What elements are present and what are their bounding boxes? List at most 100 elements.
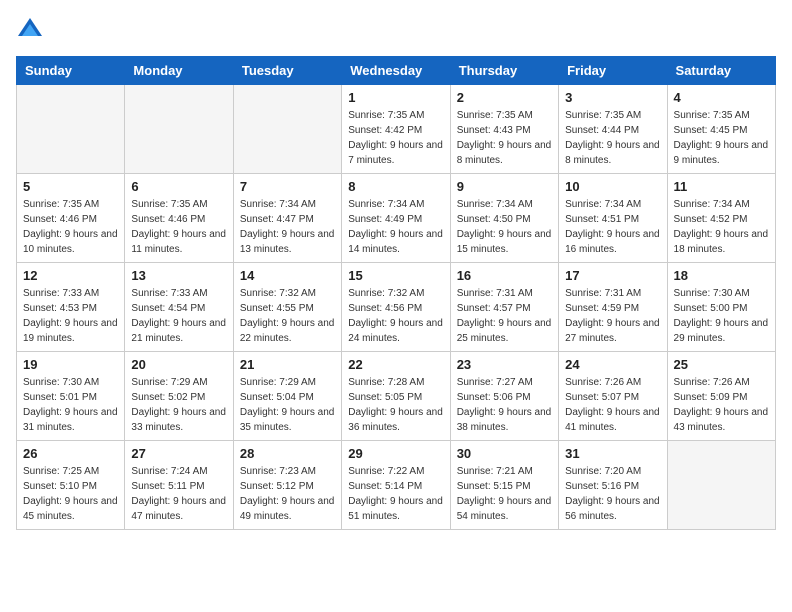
day-info: Sunrise: 7:35 AM Sunset: 4:46 PM Dayligh… xyxy=(131,197,226,257)
day-info: Sunrise: 7:32 AM Sunset: 4:55 PM Dayligh… xyxy=(240,286,335,346)
day-number: 4 xyxy=(674,90,769,105)
day-number: 9 xyxy=(457,179,552,194)
day-number: 21 xyxy=(240,357,335,372)
calendar-cell: 13Sunrise: 7:33 AM Sunset: 4:54 PM Dayli… xyxy=(125,263,233,352)
calendar-cell: 7Sunrise: 7:34 AM Sunset: 4:47 PM Daylig… xyxy=(233,174,341,263)
day-info: Sunrise: 7:30 AM Sunset: 5:00 PM Dayligh… xyxy=(674,286,769,346)
calendar-cell: 4 Sunrise: 7:35 AM Sunset: 4:45 PM Daylig… xyxy=(667,85,775,174)
calendar-cell: 5Sunrise: 7:35 AM Sunset: 4:46 PM Daylig… xyxy=(17,174,125,263)
day-number: 25 xyxy=(674,357,769,372)
calendar-table: SundayMondayTuesdayWednesdayThursdayFrid… xyxy=(16,56,776,530)
header-saturday: Saturday xyxy=(667,57,775,85)
day-number: 19 xyxy=(23,357,118,372)
day-number: 16 xyxy=(457,268,552,283)
calendar-cell: 21 Sunrise: 7:29 AM Sunset: 5:04 PM Dayli… xyxy=(233,352,341,441)
day-info: Sunrise: 7:22 AM Sunset: 5:14 PM Dayligh… xyxy=(348,464,443,524)
day-info: Sunrise: 7:28 AM Sunset: 5:05 PM Dayligh… xyxy=(348,375,443,435)
day-info: Sunrise: 7:27 AM Sunset: 5:06 PM Dayligh… xyxy=(457,375,552,435)
logo xyxy=(16,16,48,44)
calendar-cell: 26Sunrise: 7:25 AM Sunset: 5:10 PM Dayli… xyxy=(17,441,125,530)
calendar-cell xyxy=(125,85,233,174)
calendar-cell: 1Sunrise: 7:35 AM Sunset: 4:42 PM Daylig… xyxy=(342,85,450,174)
calendar-cell xyxy=(17,85,125,174)
day-number: 20 xyxy=(131,357,226,372)
day-info: Sunrise: 7:35 AM Sunset: 4:43 PM Dayligh… xyxy=(457,108,552,168)
day-info: Sunrise: 7:30 AM Sunset: 5:01 PM Dayligh… xyxy=(23,375,118,435)
day-info: Sunrise: 7:26 AM Sunset: 5:09 PM Dayligh… xyxy=(674,375,769,435)
day-number: 14 xyxy=(240,268,335,283)
calendar-cell: 17 Sunrise: 7:31 AM Sunset: 4:59 PM Dayli… xyxy=(559,263,667,352)
day-number: 10 xyxy=(565,179,660,194)
day-info: Sunrise: 7:26 AM Sunset: 5:07 PM Dayligh… xyxy=(565,375,660,435)
day-info: Sunrise: 7:34 AM Sunset: 4:47 PM Dayligh… xyxy=(240,197,335,257)
header-friday: Friday xyxy=(559,57,667,85)
calendar-cell: 15 Sunrise: 7:32 AM Sunset: 4:56 PM Dayli… xyxy=(342,263,450,352)
day-number: 18 xyxy=(674,268,769,283)
day-info: Sunrise: 7:25 AM Sunset: 5:10 PM Dayligh… xyxy=(23,464,118,524)
day-info: Sunrise: 7:23 AM Sunset: 5:12 PM Dayligh… xyxy=(240,464,335,524)
calendar-cell: 14 Sunrise: 7:32 AM Sunset: 4:55 PM Dayli… xyxy=(233,263,341,352)
day-number: 6 xyxy=(131,179,226,194)
day-info: Sunrise: 7:34 AM Sunset: 4:52 PM Dayligh… xyxy=(674,197,769,257)
day-number: 27 xyxy=(131,446,226,461)
day-info: Sunrise: 7:29 AM Sunset: 5:02 PM Dayligh… xyxy=(131,375,226,435)
calendar-cell: 10 Sunrise: 7:34 AM Sunset: 4:51 PM Dayli… xyxy=(559,174,667,263)
calendar-cell: 30Sunrise: 7:21 AM Sunset: 5:15 PM Dayli… xyxy=(450,441,558,530)
day-number: 31 xyxy=(565,446,660,461)
calendar-cell: 31 Sunrise: 7:20 AM Sunset: 5:16 PM Dayli… xyxy=(559,441,667,530)
calendar-cell: 23Sunrise: 7:27 AM Sunset: 5:06 PM Dayli… xyxy=(450,352,558,441)
calendar-cell: 16Sunrise: 7:31 AM Sunset: 4:57 PM Dayli… xyxy=(450,263,558,352)
calendar-cell: 18 Sunrise: 7:30 AM Sunset: 5:00 PM Dayli… xyxy=(667,263,775,352)
day-info: Sunrise: 7:35 AM Sunset: 4:45 PM Dayligh… xyxy=(674,108,769,168)
day-number: 28 xyxy=(240,446,335,461)
header-wednesday: Wednesday xyxy=(342,57,450,85)
calendar-week-row: 12 Sunrise: 7:33 AM Sunset: 4:53 PM Dayli… xyxy=(17,263,776,352)
calendar-cell: 22 Sunrise: 7:28 AM Sunset: 5:05 PM Dayli… xyxy=(342,352,450,441)
calendar-cell: 9 Sunrise: 7:34 AM Sunset: 4:50 PM Daylig… xyxy=(450,174,558,263)
day-info: Sunrise: 7:34 AM Sunset: 4:50 PM Dayligh… xyxy=(457,197,552,257)
calendar-cell xyxy=(667,441,775,530)
header-tuesday: Tuesday xyxy=(233,57,341,85)
day-number: 11 xyxy=(674,179,769,194)
header-sunday: Sunday xyxy=(17,57,125,85)
calendar-cell: 6 Sunrise: 7:35 AM Sunset: 4:46 PM Daylig… xyxy=(125,174,233,263)
day-number: 15 xyxy=(348,268,443,283)
calendar-cell: 3Sunrise: 7:35 AM Sunset: 4:44 PM Daylig… xyxy=(559,85,667,174)
page-header xyxy=(16,16,776,44)
day-info: Sunrise: 7:20 AM Sunset: 5:16 PM Dayligh… xyxy=(565,464,660,524)
day-info: Sunrise: 7:33 AM Sunset: 4:53 PM Dayligh… xyxy=(23,286,118,346)
calendar-cell: 29 Sunrise: 7:22 AM Sunset: 5:14 PM Dayli… xyxy=(342,441,450,530)
calendar-cell: 27 Sunrise: 7:24 AM Sunset: 5:11 PM Dayli… xyxy=(125,441,233,530)
day-number: 1 xyxy=(348,90,443,105)
calendar-cell: 11 Sunrise: 7:34 AM Sunset: 4:52 PM Dayli… xyxy=(667,174,775,263)
day-number: 30 xyxy=(457,446,552,461)
header-monday: Monday xyxy=(125,57,233,85)
calendar-cell xyxy=(233,85,341,174)
calendar-week-row: 1Sunrise: 7:35 AM Sunset: 4:42 PM Daylig… xyxy=(17,85,776,174)
calendar-cell: 28 Sunrise: 7:23 AM Sunset: 5:12 PM Dayli… xyxy=(233,441,341,530)
header-thursday: Thursday xyxy=(450,57,558,85)
day-info: Sunrise: 7:29 AM Sunset: 5:04 PM Dayligh… xyxy=(240,375,335,435)
calendar-week-row: 19 Sunrise: 7:30 AM Sunset: 5:01 PM Dayli… xyxy=(17,352,776,441)
calendar-week-row: 5Sunrise: 7:35 AM Sunset: 4:46 PM Daylig… xyxy=(17,174,776,263)
calendar-cell: 19 Sunrise: 7:30 AM Sunset: 5:01 PM Dayli… xyxy=(17,352,125,441)
calendar-cell: 25 Sunrise: 7:26 AM Sunset: 5:09 PM Dayli… xyxy=(667,352,775,441)
day-number: 17 xyxy=(565,268,660,283)
day-info: Sunrise: 7:35 AM Sunset: 4:44 PM Dayligh… xyxy=(565,108,660,168)
day-info: Sunrise: 7:34 AM Sunset: 4:49 PM Dayligh… xyxy=(348,197,443,257)
day-info: Sunrise: 7:31 AM Sunset: 4:59 PM Dayligh… xyxy=(565,286,660,346)
day-info: Sunrise: 7:34 AM Sunset: 4:51 PM Dayligh… xyxy=(565,197,660,257)
day-number: 12 xyxy=(23,268,118,283)
day-number: 24 xyxy=(565,357,660,372)
day-number: 29 xyxy=(348,446,443,461)
day-info: Sunrise: 7:24 AM Sunset: 5:11 PM Dayligh… xyxy=(131,464,226,524)
day-number: 8 xyxy=(348,179,443,194)
day-info: Sunrise: 7:35 AM Sunset: 4:46 PM Dayligh… xyxy=(23,197,118,257)
day-number: 22 xyxy=(348,357,443,372)
calendar-cell: 12 Sunrise: 7:33 AM Sunset: 4:53 PM Dayli… xyxy=(17,263,125,352)
calendar-cell: 2Sunrise: 7:35 AM Sunset: 4:43 PM Daylig… xyxy=(450,85,558,174)
day-info: Sunrise: 7:33 AM Sunset: 4:54 PM Dayligh… xyxy=(131,286,226,346)
calendar-cell: 8 Sunrise: 7:34 AM Sunset: 4:49 PM Daylig… xyxy=(342,174,450,263)
calendar-cell: 20 Sunrise: 7:29 AM Sunset: 5:02 PM Dayli… xyxy=(125,352,233,441)
day-info: Sunrise: 7:32 AM Sunset: 4:56 PM Dayligh… xyxy=(348,286,443,346)
